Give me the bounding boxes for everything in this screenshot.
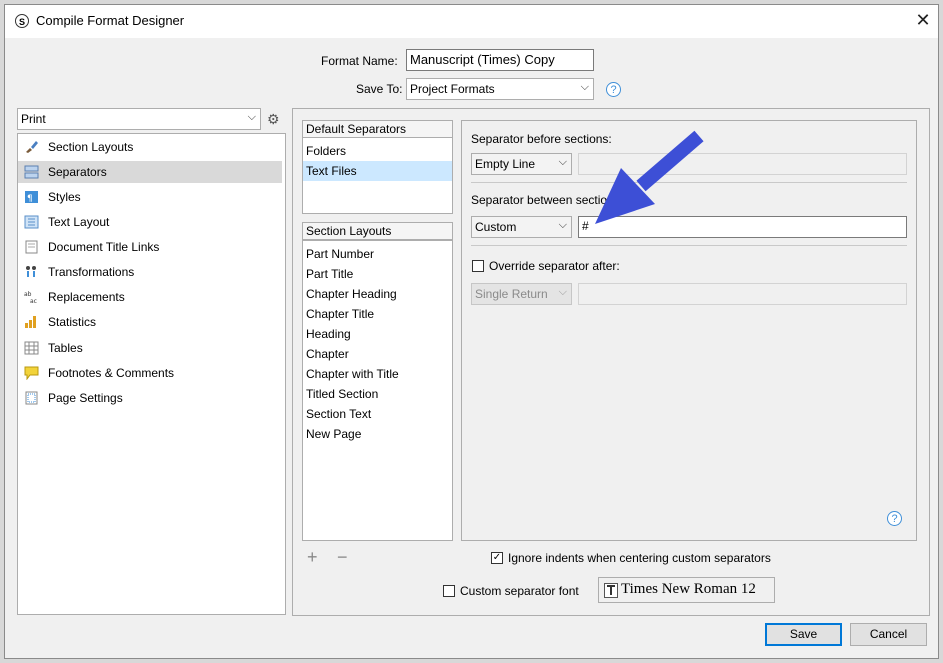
annotation-arrow-icon [595, 130, 704, 224]
sidebar-item-label: Statistics [48, 315, 97, 329]
sidebar-item-document-title-links[interactable]: Document Title Links [18, 236, 282, 258]
sidebar-item-page-settings[interactable]: Page Settings [18, 387, 282, 409]
divider [471, 245, 907, 246]
separator-between-value: Custom [475, 220, 517, 234]
svg-text:ab: ab [24, 291, 32, 298]
override-separator-dropdown: Single Return ⌵ [471, 283, 572, 305]
override-separator-checkbox[interactable] [472, 260, 484, 272]
default-separators-list: Folders Text Files [302, 137, 453, 214]
help-icon[interactable]: ? [887, 511, 902, 526]
chevron-down-icon: ⌵ [558, 286, 567, 298]
svg-text:ac: ac [30, 298, 37, 304]
font-value: Times New Roman 12 [621, 581, 756, 597]
separator-before-label: Separator before sections: [471, 132, 612, 146]
sidebar-item-label: Transformations [48, 265, 135, 279]
sidebar-item-label: Text Layout [48, 215, 110, 229]
sidebar-item-replacements[interactable]: ab ac Replacements [18, 286, 282, 308]
font-icon [604, 583, 618, 598]
comment-icon [24, 366, 39, 380]
sidebar-item-footnotes-comments[interactable]: Footnotes & Comments [18, 362, 282, 384]
sidebar: Section Layouts Separators ¶ Styles Text… [17, 133, 286, 615]
custom-font-checkbox[interactable] [443, 585, 455, 597]
list-item[interactable]: Chapter with Title [306, 364, 399, 384]
list-item[interactable]: Titled Section [306, 384, 378, 404]
sidebar-item-label: Separators [48, 165, 107, 179]
sidebar-item-styles[interactable]: ¶ Styles [18, 186, 282, 208]
format-type-value: Print [21, 112, 46, 126]
section-layouts-list: Part Number Part Title Chapter Heading C… [302, 240, 453, 541]
paintbrush-icon [26, 141, 38, 153]
separator-before-dropdown[interactable]: Empty Line ⌵ [471, 153, 572, 175]
window-title: Compile Format Designer [36, 13, 185, 28]
replacements-icon: abac [24, 291, 37, 304]
save-to-label: Save To: [356, 82, 403, 96]
list-item[interactable]: Chapter [306, 344, 349, 364]
add-button[interactable]: + [307, 547, 318, 568]
sidebar-item-label: Document Title Links [48, 240, 160, 254]
transformations-icon [26, 266, 36, 277]
compile-format-designer-window: S Compile Format Designer ✕ Format Name:… [4, 4, 939, 659]
title-bar: S Compile Format Designer ✕ [5, 5, 938, 38]
default-separators-header: Default Separators [302, 120, 453, 138]
save-to-dropdown[interactable]: Project Formats ⌵ [406, 78, 594, 100]
list-item-folders[interactable]: Folders [306, 141, 346, 161]
svg-text:¶: ¶ [27, 194, 33, 204]
chevron-down-icon: ⌵ [580, 81, 589, 93]
sidebar-item-label: Styles [48, 190, 81, 204]
chevron-down-icon: ⌵ [247, 111, 256, 123]
sidebar-item-separators[interactable]: Separators [18, 161, 282, 183]
remove-button[interactable]: − [337, 547, 348, 568]
custom-font-label: Custom separator font [460, 584, 579, 598]
gear-icon[interactable]: ⚙ [267, 111, 280, 128]
list-item[interactable]: Chapter Title [306, 304, 374, 324]
sidebar-item-tables[interactable]: Tables [18, 337, 282, 359]
sidebar-item-label: Footnotes & Comments [48, 366, 175, 380]
styles-icon: ¶ [25, 191, 38, 204]
list-item[interactable]: Section Text [306, 404, 371, 424]
close-icon[interactable]: ✕ [912, 9, 934, 31]
document-icon [25, 240, 38, 254]
table-icon [24, 341, 39, 355]
sidebar-item-transformations[interactable]: Transformations [18, 261, 282, 283]
override-separator-text-field [578, 283, 907, 305]
sidebar-item-label: Replacements [48, 290, 125, 304]
scrivener-logo-icon: S [15, 14, 29, 28]
list-item[interactable]: Chapter Heading [306, 284, 397, 304]
sidebar-item-label: Tables [48, 341, 83, 355]
ignore-indents-checkbox[interactable]: ✓ [491, 552, 503, 564]
list-item[interactable]: Part Title [306, 264, 353, 284]
separator-between-dropdown[interactable]: Custom ⌵ [471, 216, 572, 238]
list-item[interactable]: Part Number [306, 244, 374, 264]
help-icon[interactable]: ? [606, 82, 621, 97]
cancel-button[interactable]: Cancel [850, 623, 927, 646]
section-layouts-header: Section Layouts [302, 222, 453, 240]
chevron-down-icon: ⌵ [558, 156, 567, 168]
separator-before-value: Empty Line [475, 157, 536, 171]
sidebar-item-text-layout[interactable]: Text Layout [18, 211, 282, 233]
override-separator-value: Single Return [475, 287, 548, 301]
sidebar-item-statistics[interactable]: Statistics [18, 311, 282, 333]
separators-icon [24, 165, 39, 179]
ignore-indents-label: Ignore indents when centering custom sep… [508, 551, 771, 565]
page-icon [25, 391, 38, 405]
format-name-input[interactable]: Manuscript (Times) Copy [406, 49, 594, 71]
format-name-label: Format Name: [321, 54, 398, 68]
text-layout-icon [24, 215, 39, 229]
format-type-dropdown[interactable]: Print ⌵ [17, 108, 261, 130]
override-separator-label: Override separator after: [489, 259, 620, 273]
sidebar-item-label: Page Settings [48, 391, 123, 405]
save-button[interactable]: Save [765, 623, 842, 646]
font-picker-button[interactable]: Times New Roman 12 [598, 577, 775, 603]
sidebar-item-label: Section Layouts [48, 140, 134, 154]
list-item[interactable]: Heading [306, 324, 351, 344]
sidebar-item-section-layouts[interactable]: Section Layouts [18, 136, 282, 158]
bar-chart-icon [25, 316, 36, 328]
save-to-value: Project Formats [410, 82, 495, 96]
list-item[interactable]: New Page [306, 424, 361, 444]
list-item-text-files[interactable]: Text Files [306, 161, 357, 181]
chevron-down-icon: ⌵ [558, 219, 567, 231]
